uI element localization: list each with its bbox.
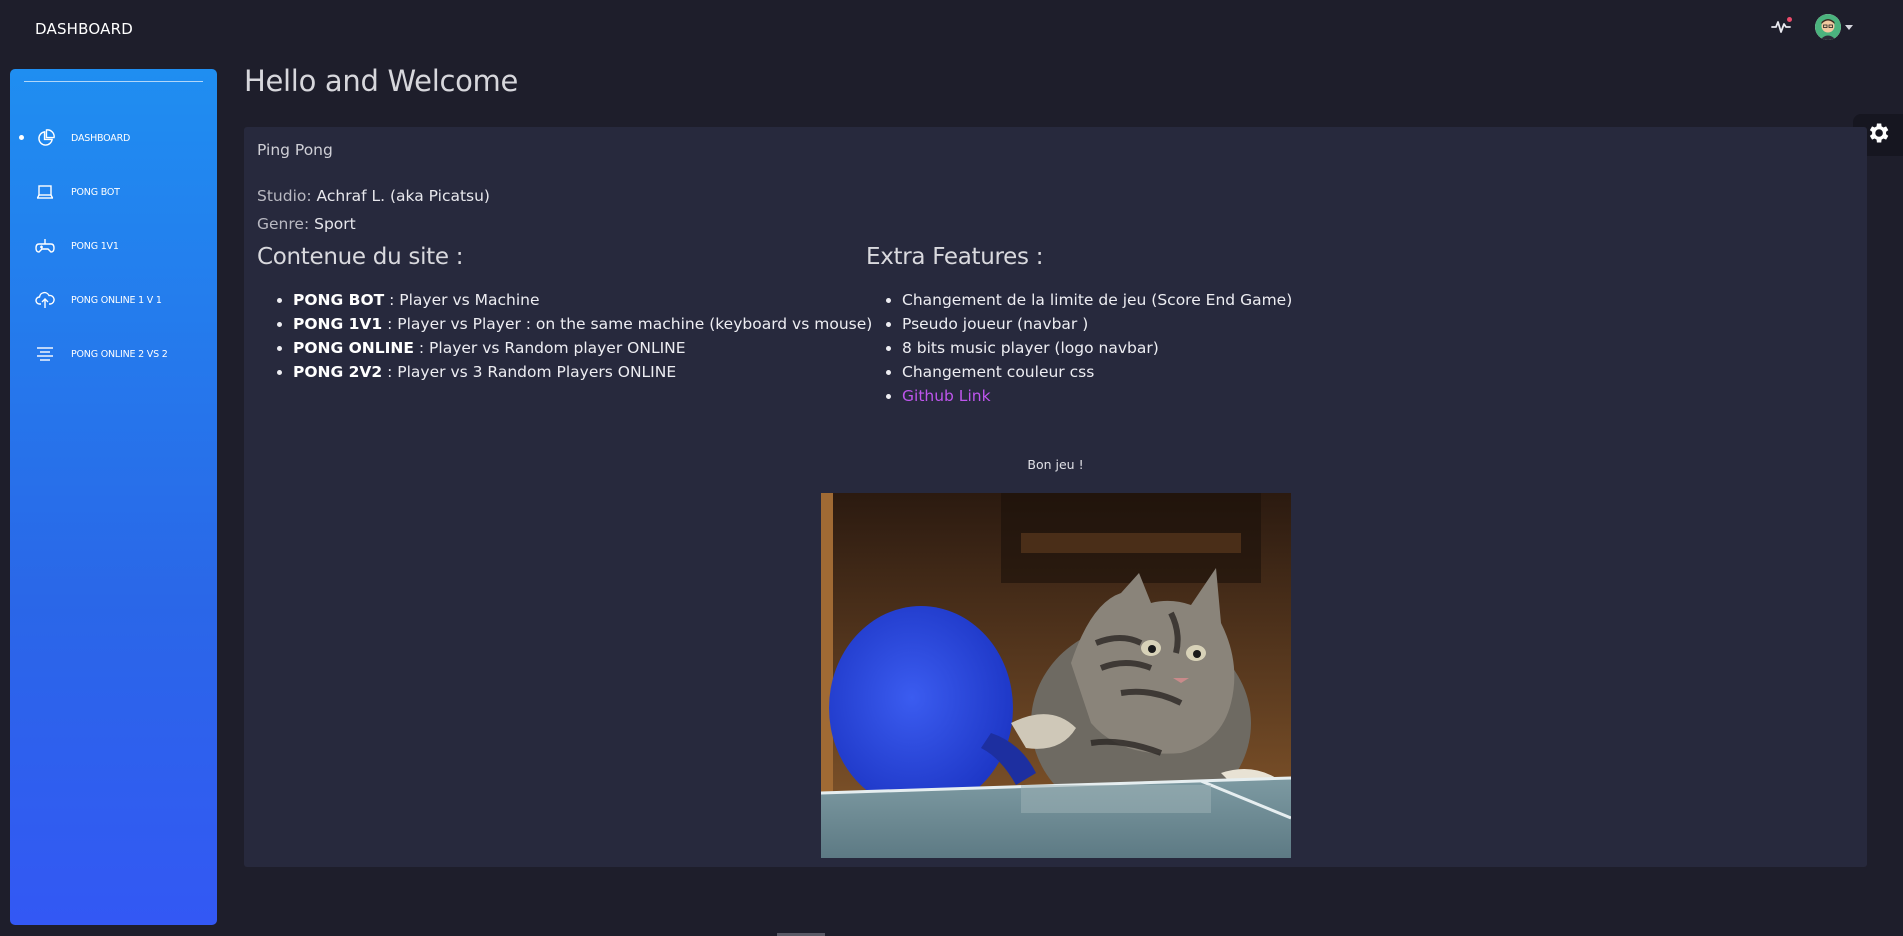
genre-value: Sport bbox=[314, 215, 356, 233]
chart-pie-icon bbox=[35, 128, 55, 148]
list-item: Github Link bbox=[902, 384, 1292, 408]
features-list: Changement de la limite de jeu (Score En… bbox=[866, 288, 1292, 408]
genre-line: Genre: Sport bbox=[257, 215, 356, 233]
github-link[interactable]: Github Link bbox=[902, 387, 991, 405]
extra-features-section: Extra Features : Changement de la limite… bbox=[866, 244, 1292, 408]
active-indicator bbox=[19, 135, 24, 140]
activity-pulse-icon[interactable] bbox=[1769, 15, 1793, 39]
sidebar-item-label: DASHBOARD bbox=[71, 132, 131, 144]
navbar-brand[interactable]: DASHBOARD bbox=[35, 20, 133, 38]
list-item: Pseudo joueur (navbar ) bbox=[902, 312, 1292, 336]
list-item: Changement couleur css bbox=[902, 360, 1292, 384]
sidebar-item-label: PONG ONLINE 2 VS 2 bbox=[71, 348, 168, 360]
site-content-section: Contenue du site : PONG BOT : Player vs … bbox=[257, 244, 872, 384]
studio-label: Studio: bbox=[257, 187, 312, 205]
sidebar-item-dashboard[interactable]: DASHBOARD bbox=[10, 111, 217, 165]
cat-playing-ping-pong-picture bbox=[821, 493, 1291, 858]
sidebar-item-pong-online-2v2[interactable]: PONG ONLINE 2 VS 2 bbox=[10, 327, 217, 381]
gear-icon bbox=[1865, 120, 1891, 150]
sidebar-item-pong-bot[interactable]: PONG BOT bbox=[10, 165, 217, 219]
sidebar-item-pong-online-1v1[interactable]: PONG ONLINE 1 V 1 bbox=[10, 273, 217, 327]
game-info-card: Ping Pong Studio: Achraf L. (aka Picatsu… bbox=[244, 127, 1867, 867]
card-title: Ping Pong bbox=[257, 141, 333, 159]
farewell-text: Bon jeu ! bbox=[1027, 457, 1084, 472]
laptop-icon bbox=[35, 182, 55, 202]
sidebar-menu: DASHBOARD PONG BOT PONG 1V1 PONG ONLINE … bbox=[10, 111, 217, 381]
sidebar: DASHBOARD PONG BOT PONG 1V1 PONG ONLINE … bbox=[10, 69, 217, 925]
navbar-actions bbox=[1769, 14, 1853, 40]
avatar[interactable] bbox=[1815, 14, 1841, 40]
item-desc: : Player vs Random player ONLINE bbox=[413, 339, 686, 357]
user-menu[interactable] bbox=[1815, 14, 1853, 40]
list-item: Changement de la limite de jeu (Score En… bbox=[902, 288, 1292, 312]
chevron-down-icon[interactable] bbox=[1845, 24, 1853, 30]
sidebar-item-label: PONG ONLINE 1 V 1 bbox=[71, 294, 162, 306]
item-name: PONG 2V2 bbox=[293, 363, 383, 381]
content-list: PONG BOT : Player vs Machine PONG 1V1 : … bbox=[257, 288, 872, 384]
genre-label: Genre: bbox=[257, 215, 310, 233]
notification-dot bbox=[1787, 17, 1792, 22]
list-item: PONG ONLINE : Player vs Random player ON… bbox=[293, 336, 872, 360]
page-title: Hello and Welcome bbox=[244, 64, 519, 98]
align-center-icon bbox=[35, 344, 55, 364]
studio-line: Studio: Achraf L. (aka Picatsu) bbox=[257, 187, 490, 205]
list-item: 8 bits music player (logo navbar) bbox=[902, 336, 1292, 360]
cloud-upload-icon bbox=[35, 290, 55, 310]
item-name: PONG 1V1 bbox=[293, 315, 383, 333]
sidebar-item-pong-1v1[interactable]: PONG 1V1 bbox=[10, 219, 217, 273]
studio-value: Achraf L. (aka Picatsu) bbox=[316, 187, 490, 205]
controller-icon bbox=[35, 236, 55, 256]
item-desc: : Player vs 3 Random Players ONLINE bbox=[382, 363, 677, 381]
item-name: PONG ONLINE bbox=[293, 339, 414, 357]
item-desc: : Player vs Player : on the same machine… bbox=[382, 315, 873, 333]
sidebar-item-label: PONG BOT bbox=[71, 186, 120, 198]
sidebar-divider bbox=[24, 81, 203, 82]
list-item: PONG 2V2 : Player vs 3 Random Players ON… bbox=[293, 360, 872, 384]
sidebar-item-label: PONG 1V1 bbox=[71, 240, 119, 252]
list-item: PONG BOT : Player vs Machine bbox=[293, 288, 872, 312]
list-item: PONG 1V1 : Player vs Player : on the sam… bbox=[293, 312, 872, 336]
section-heading: Extra Features : bbox=[866, 244, 1044, 270]
item-name: PONG BOT bbox=[293, 291, 385, 309]
section-heading: Contenue du site : bbox=[257, 244, 464, 270]
item-desc: : Player vs Machine bbox=[384, 291, 540, 309]
